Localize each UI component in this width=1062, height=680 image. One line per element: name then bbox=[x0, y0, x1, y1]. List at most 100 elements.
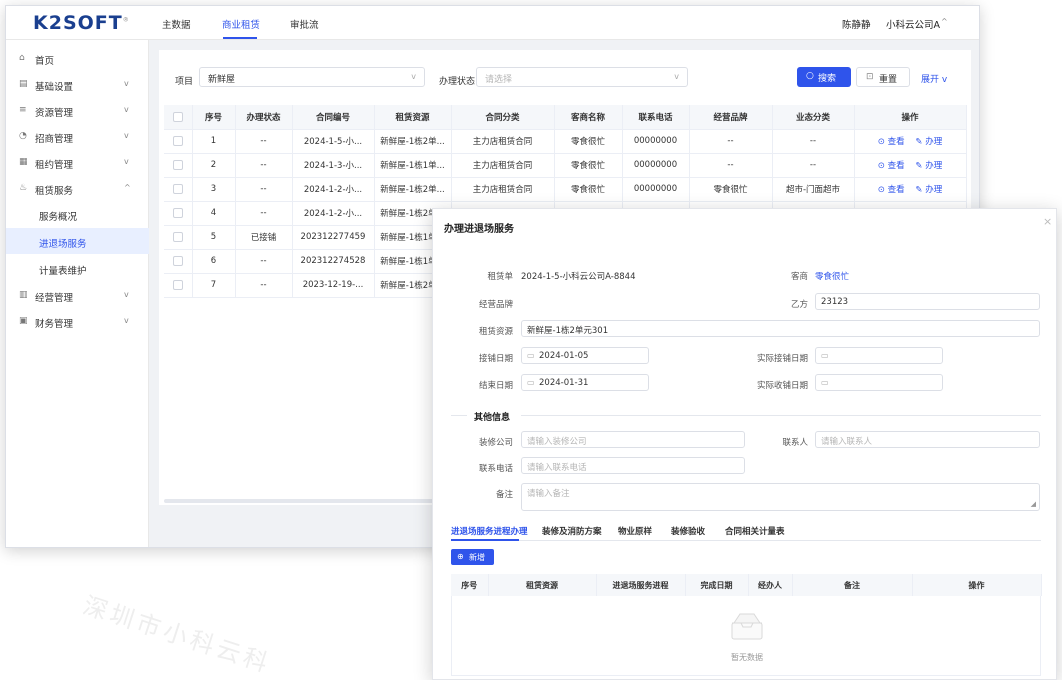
eye-icon: ⊙ bbox=[877, 137, 885, 147]
project-select-value: 新鲜屋 bbox=[208, 75, 236, 85]
sidebar-item-label: 租赁服务 bbox=[35, 186, 74, 197]
row-checkbox[interactable] bbox=[164, 273, 193, 298]
service-icon: ♨ bbox=[19, 183, 28, 193]
calendar-icon: ▭ bbox=[821, 378, 829, 387]
chevron-down-icon: v bbox=[941, 75, 948, 85]
table-header-row: 序号 租赁资源 进退场服务进程 完成日期 经办人 备注 操作 bbox=[451, 574, 1042, 596]
cell-status: -- bbox=[235, 201, 293, 226]
other-info-section-title: 其他信息 bbox=[474, 413, 511, 423]
decor-company-input[interactable]: 请输入装修公司 bbox=[521, 431, 745, 448]
table-header: 租赁资源 bbox=[374, 105, 452, 130]
remark-textarea[interactable]: 请输入备注 ◢ bbox=[521, 483, 1040, 511]
sidebar-item-investment-mgmt[interactable]: ◔ 招商管理 v bbox=[6, 123, 149, 149]
view-link[interactable]: ⊙ 查看 bbox=[878, 137, 905, 147]
cell-client: 零食很忙 bbox=[554, 129, 623, 154]
add-button-label: 新增 bbox=[469, 553, 485, 562]
client-link[interactable]: 零食很忙 bbox=[815, 270, 849, 282]
sidebar-item-label: 资源管理 bbox=[35, 108, 74, 119]
actual-return-date-picker[interactable]: ▭ bbox=[815, 374, 943, 391]
chevron-up-icon[interactable]: ^ bbox=[941, 17, 948, 26]
nav-tab-master-data[interactable]: 主数据 bbox=[162, 17, 191, 31]
cell-contract: 202312274528 bbox=[292, 249, 375, 274]
status-select[interactable]: 请选择 v bbox=[476, 67, 688, 87]
row-checkbox[interactable] bbox=[164, 249, 193, 274]
table-header: 合同编号 bbox=[292, 105, 375, 130]
resource-input[interactable]: 新鲜屋-1栋2单元301 bbox=[521, 320, 1040, 337]
expand-filters-link[interactable]: 展开 v bbox=[921, 72, 947, 85]
row-checkbox[interactable] bbox=[164, 153, 193, 178]
lease-order-value: 2024-1-5-小科云公司A-8844 bbox=[521, 272, 636, 282]
close-icon[interactable]: × bbox=[1043, 215, 1052, 228]
sidebar-item-lease-mgmt[interactable]: ▦ 租约管理 v bbox=[6, 149, 149, 175]
top-bar: K2SOFT® 主数据 商业租赁 审批流 陈静静 小科云公司A ^ bbox=[6, 6, 979, 40]
actual-handover-date-label: 实际接铺日期 bbox=[756, 354, 808, 364]
sidebar-item-resource-mgmt[interactable]: ≡ 资源管理 v bbox=[6, 97, 149, 123]
row-checkbox[interactable] bbox=[164, 225, 193, 250]
select-all-checkbox[interactable] bbox=[164, 105, 193, 130]
contact-person-input[interactable]: 请输入联系人 bbox=[815, 431, 1040, 448]
cell-contract: 2024-1-5-小... bbox=[292, 129, 375, 154]
calendar-icon: ▭ bbox=[821, 351, 829, 360]
nav-tab-approval-flow[interactable]: 审批流 bbox=[290, 17, 319, 31]
sidebar-item-home[interactable]: ⌂ 首页 bbox=[6, 45, 149, 71]
chevron-up-icon: ^ bbox=[124, 183, 131, 192]
sidebar-item-basic-settings[interactable]: ▤ 基础设置 v bbox=[6, 71, 149, 97]
cell-actions: ⊙ 查看 ✎ 办理 bbox=[854, 129, 967, 154]
tab-decoration-acceptance[interactable]: 装修验收 bbox=[671, 525, 705, 537]
cell-status: -- bbox=[235, 249, 293, 274]
sidebar-subitem-meter-maintenance[interactable]: 计量表维护 bbox=[6, 255, 149, 281]
sidebar-item-finance-mgmt[interactable]: ▣ 财务管理 v bbox=[6, 308, 149, 334]
company-switcher[interactable]: 小科云公司A bbox=[886, 17, 940, 31]
cell-type: 主力店租赁合同 bbox=[451, 177, 555, 202]
handover-date-picker[interactable]: ▭ 2024-01-05 bbox=[521, 347, 649, 364]
resize-handle-icon[interactable]: ◢ bbox=[1031, 500, 1036, 508]
nav-tab-commercial-lease[interactable]: 商业租赁 bbox=[222, 17, 260, 31]
sidebar-subitem-entry-exit-service[interactable]: 进退场服务 bbox=[6, 228, 149, 254]
logo: K2SOFT® bbox=[33, 12, 130, 34]
cell-brand: -- bbox=[689, 153, 773, 178]
row-checkbox[interactable] bbox=[164, 129, 193, 154]
tab-property-original[interactable]: 物业原样 bbox=[618, 525, 652, 537]
tab-contract-meters[interactable]: 合同相关计量表 bbox=[725, 525, 785, 537]
cell-no: 7 bbox=[192, 273, 236, 298]
sidebar-subitem-service-overview[interactable]: 服务概况 bbox=[6, 201, 149, 227]
end-date-value: 2024-01-31 bbox=[539, 378, 589, 388]
reset-button[interactable]: ⊡ 重置 bbox=[856, 67, 910, 87]
sidebar-subitem-label: 服务概况 bbox=[39, 212, 78, 223]
sidebar-item-lease-service[interactable]: ♨ 租赁服务 ^ bbox=[6, 175, 149, 201]
contact-phone-input[interactable]: 请输入联系电话 bbox=[521, 457, 745, 474]
tab-decoration-fire-plan[interactable]: 装修及消防方案 bbox=[542, 525, 602, 537]
sidebar-item-business-mgmt[interactable]: ▥ 经营管理 v bbox=[6, 282, 149, 308]
chevron-down-icon: v bbox=[124, 157, 129, 166]
contract-icon: ▦ bbox=[19, 157, 28, 167]
project-filter-label: 项目 bbox=[175, 77, 194, 87]
handle-link[interactable]: ✎ 办理 bbox=[915, 137, 942, 147]
table-header: 经营品牌 bbox=[689, 105, 773, 130]
search-button[interactable]: ○ 搜索 bbox=[797, 67, 851, 87]
row-checkbox[interactable] bbox=[164, 201, 193, 226]
handover-date-label: 接铺日期 bbox=[478, 354, 513, 364]
cell-brand: -- bbox=[689, 129, 773, 154]
handle-link[interactable]: ✎ 办理 bbox=[915, 161, 942, 171]
row-checkbox[interactable] bbox=[164, 177, 193, 202]
actual-handover-date-picker[interactable]: ▭ bbox=[815, 347, 943, 364]
view-link[interactable]: ⊙ 查看 bbox=[878, 185, 905, 195]
view-link[interactable]: ⊙ 查看 bbox=[878, 161, 905, 171]
cell-no: 1 bbox=[192, 129, 236, 154]
remark-placeholder: 请输入备注 bbox=[527, 489, 570, 499]
cell-type: 主力店租赁合同 bbox=[451, 129, 555, 154]
project-select[interactable]: 新鲜屋 v bbox=[199, 67, 425, 87]
settings-icon: ▤ bbox=[19, 79, 28, 89]
search-button-label: 搜索 bbox=[818, 74, 837, 84]
cell-phone: 00000000 bbox=[622, 129, 690, 154]
party-b-input[interactable]: 23123 bbox=[815, 293, 1040, 310]
tab-entry-exit-process[interactable]: 进退场服务进程办理 bbox=[451, 525, 528, 537]
cell-status: -- bbox=[235, 273, 293, 298]
user-name[interactable]: 陈静静 bbox=[842, 17, 871, 31]
handle-link[interactable]: ✎ 办理 bbox=[915, 185, 942, 195]
cell-status: 已接铺 bbox=[235, 225, 293, 250]
add-button[interactable]: ⊕ 新增 bbox=[451, 549, 494, 565]
section-divider bbox=[451, 415, 467, 416]
contact-phone-placeholder: 请输入联系电话 bbox=[527, 463, 587, 473]
end-date-picker[interactable]: ▭ 2024-01-31 bbox=[521, 374, 649, 391]
